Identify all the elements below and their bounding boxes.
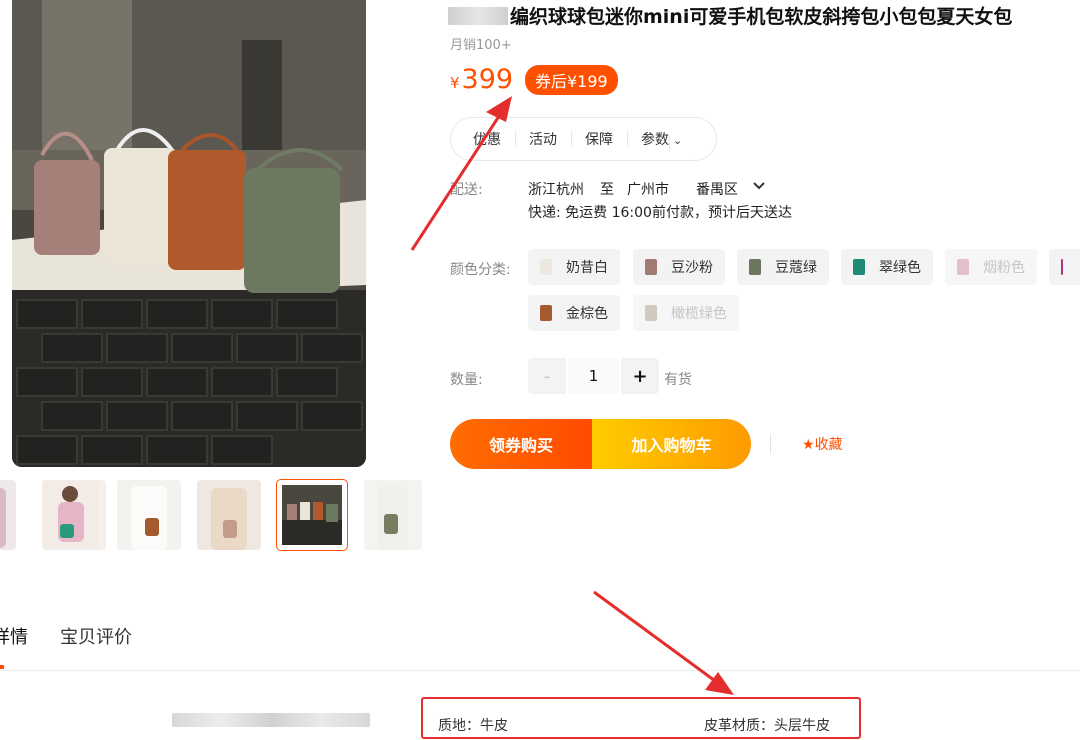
arrow-annotation	[410, 96, 734, 695]
